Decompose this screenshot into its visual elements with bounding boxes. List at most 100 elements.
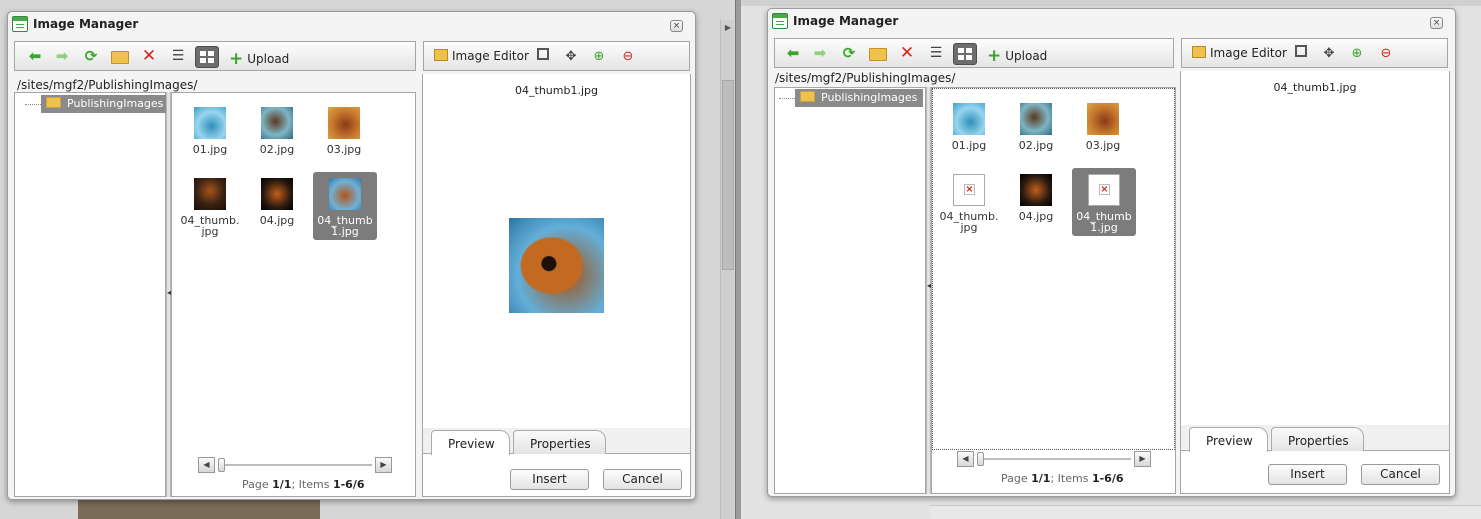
pager-prev-icon[interactable]: ◀ bbox=[957, 451, 974, 467]
actual-size-icon[interactable]: ✥ bbox=[562, 48, 580, 66]
thumbnail-view-icon[interactable] bbox=[953, 43, 977, 65]
close-button[interactable]: × bbox=[670, 20, 683, 32]
pager-next-icon[interactable]: ▶ bbox=[375, 457, 392, 473]
pager-knob[interactable] bbox=[977, 452, 984, 466]
file-name: 04_thumb1.jpg bbox=[317, 214, 373, 238]
tree-folder-label: PublishingImages bbox=[67, 97, 164, 110]
file-item[interactable]: 02.jpg bbox=[1004, 103, 1068, 151]
upload-label: Upload bbox=[247, 52, 290, 66]
image-editor-button[interactable]: Image Editor bbox=[1192, 46, 1287, 60]
page-scrollbar[interactable]: ▶ bbox=[720, 20, 734, 519]
refresh-icon[interactable]: ⟳ bbox=[839, 44, 859, 64]
zoom-in-icon[interactable]: ⊕ bbox=[1348, 45, 1366, 63]
file-thumbnail bbox=[1087, 103, 1119, 135]
best-fit-icon[interactable] bbox=[534, 48, 552, 66]
file-item[interactable]: 02.jpg bbox=[245, 107, 309, 155]
new-folder-icon[interactable] bbox=[111, 51, 129, 64]
preview-image bbox=[509, 218, 604, 313]
image-manager-app-icon bbox=[12, 16, 28, 32]
close-button[interactable]: × bbox=[1430, 17, 1443, 29]
file-thumbnail-broken: × bbox=[953, 174, 985, 206]
pager-next-icon[interactable]: ▶ bbox=[1134, 451, 1151, 467]
preview-tabs: Preview Properties bbox=[423, 428, 690, 455]
file-list-pane: 01.jpg 02.jpg 03.jpg 04_thumb.jpg 04.jpg… bbox=[171, 92, 416, 497]
file-name: 04.jpg bbox=[1018, 210, 1054, 223]
folder-tree-pane: PublishingImages bbox=[14, 92, 170, 497]
thumbnail-view-icon[interactable] bbox=[195, 46, 219, 68]
file-item[interactable]: 04.jpg bbox=[245, 178, 309, 226]
broken-image-icon: × bbox=[964, 184, 975, 195]
image-editor-toolbar: Image Editor ✥ ⊕ ⊖ bbox=[423, 41, 690, 71]
file-name: 01.jpg bbox=[951, 139, 987, 152]
file-thumbnail-broken: × bbox=[1088, 174, 1120, 206]
tab-preview[interactable]: Preview bbox=[431, 430, 510, 455]
collapse-arrow-icon[interactable]: ◂ bbox=[927, 280, 931, 292]
tab-properties[interactable]: Properties bbox=[1271, 427, 1364, 451]
background-image bbox=[78, 500, 320, 519]
file-item-selected[interactable]: 04_thumb1.jpg bbox=[313, 172, 377, 240]
actual-size-icon[interactable]: ✥ bbox=[1320, 45, 1338, 63]
current-path: /sites/mgf2/PublishingImages/ bbox=[775, 71, 956, 85]
file-name: 01.jpg bbox=[192, 143, 228, 156]
refresh-icon[interactable]: ⟳ bbox=[81, 47, 101, 67]
delete-icon[interactable]: ✕ bbox=[897, 44, 917, 64]
file-name: 04.jpg bbox=[259, 214, 295, 227]
zoom-out-icon[interactable]: ⊖ bbox=[1377, 45, 1395, 63]
file-item[interactable]: 03.jpg bbox=[312, 107, 376, 155]
file-name: 02.jpg bbox=[259, 143, 295, 156]
screen-divider bbox=[735, 0, 741, 519]
arrow-right-icon[interactable]: ➡ bbox=[810, 44, 830, 64]
zoom-out-icon[interactable]: ⊖ bbox=[619, 48, 637, 66]
insert-button[interactable]: Insert bbox=[510, 469, 589, 490]
arrow-left-icon[interactable]: ⬅ bbox=[783, 44, 803, 64]
arrow-left-icon[interactable]: ⬅ bbox=[25, 47, 45, 67]
pager-slider[interactable]: ◀ ▶ bbox=[198, 457, 392, 473]
insert-button[interactable]: Insert bbox=[1268, 464, 1347, 485]
file-browser-toolbar: ⬅ ➡ ⟳ ✕ ☰ + Upload bbox=[774, 38, 1174, 68]
preview-pane: 04_thumb1.jpg Preview Properties Insert … bbox=[422, 74, 691, 497]
zoom-in-icon[interactable]: ⊕ bbox=[590, 48, 608, 66]
image-editor-icon bbox=[1192, 46, 1206, 58]
file-thumbnail bbox=[194, 107, 226, 139]
cancel-button[interactable]: Cancel bbox=[1361, 464, 1440, 485]
pager-slider[interactable]: ◀ ▶ bbox=[957, 451, 1151, 467]
dialog-title-bar[interactable]: Image Manager × bbox=[768, 9, 1455, 37]
file-item[interactable]: 03.jpg bbox=[1071, 103, 1135, 151]
pager-prev-icon[interactable]: ◀ bbox=[198, 457, 215, 473]
file-thumbnail bbox=[328, 107, 360, 139]
best-fit-icon[interactable] bbox=[1292, 45, 1310, 63]
list-view-icon[interactable]: ☰ bbox=[926, 44, 946, 64]
tab-preview[interactable]: Preview bbox=[1189, 427, 1268, 452]
file-item[interactable]: 01.jpg bbox=[937, 103, 1001, 151]
arrow-right-icon[interactable]: ➡ bbox=[52, 47, 72, 67]
image-manager-dialog-right: Image Manager × ⬅ ➡ ⟳ ✕ ☰ + Upload Image … bbox=[767, 8, 1456, 497]
file-item-selected[interactable]: × 04_thumb1.jpg bbox=[1072, 168, 1136, 236]
file-thumbnail bbox=[1020, 103, 1052, 135]
preview-filename: 04_thumb1.jpg bbox=[515, 84, 598, 97]
upload-button[interactable]: + Upload bbox=[229, 49, 289, 69]
tab-properties[interactable]: Properties bbox=[513, 430, 606, 454]
pager-knob[interactable] bbox=[218, 458, 225, 472]
image-editor-button[interactable]: Image Editor bbox=[434, 49, 529, 63]
dialog-title-bar[interactable]: Image Manager × bbox=[8, 12, 695, 40]
delete-icon[interactable]: ✕ bbox=[139, 47, 159, 67]
list-view-icon[interactable]: ☰ bbox=[168, 47, 188, 67]
file-item[interactable]: 01.jpg bbox=[178, 107, 242, 155]
file-item[interactable]: 04.jpg bbox=[1004, 174, 1068, 222]
collapse-arrow-icon[interactable]: ◂ bbox=[167, 287, 171, 299]
upload-button[interactable]: + Upload bbox=[987, 46, 1047, 66]
file-item[interactable]: × 04_thumb.jpg bbox=[937, 174, 1001, 233]
file-thumbnail bbox=[329, 178, 361, 210]
scroll-right-arrow-icon[interactable]: ▶ bbox=[722, 22, 734, 34]
image-manager-app-icon bbox=[772, 13, 788, 29]
cancel-button[interactable]: Cancel bbox=[603, 469, 682, 490]
upload-plus-icon: + bbox=[987, 46, 1002, 66]
file-list-pane: 01.jpg 02.jpg 03.jpg × 04_thumb.jpg 04.j… bbox=[931, 87, 1176, 494]
new-folder-icon[interactable] bbox=[869, 48, 887, 61]
image-editor-label: Image Editor bbox=[1210, 46, 1287, 60]
image-editor-label: Image Editor bbox=[452, 49, 529, 63]
file-thumbnail bbox=[261, 107, 293, 139]
page-scrollbar-thumb[interactable] bbox=[722, 80, 734, 270]
file-name: 03.jpg bbox=[326, 143, 362, 156]
file-item[interactable]: 04_thumb.jpg bbox=[178, 178, 242, 237]
